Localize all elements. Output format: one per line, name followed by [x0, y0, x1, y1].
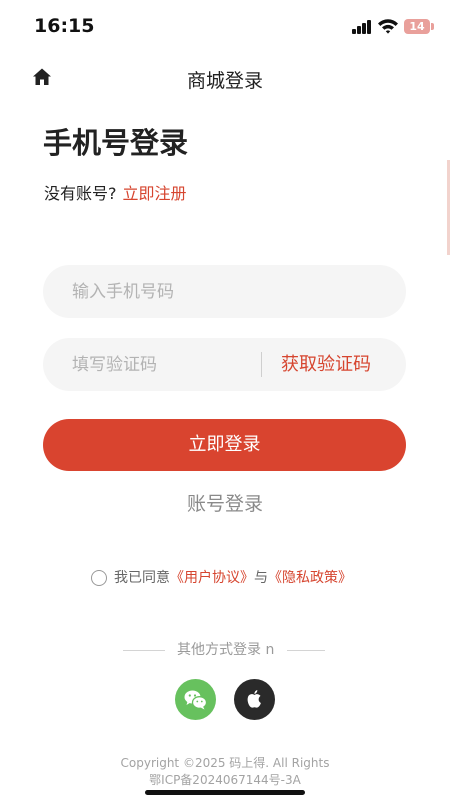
phone-field-wrapper: [43, 265, 406, 318]
other-login-label: 其他方式登录 n: [177, 640, 274, 660]
battery-tip: [431, 23, 434, 30]
agree-checkbox[interactable]: [91, 570, 107, 586]
code-field-wrapper: 获取验证码: [43, 338, 406, 391]
no-account-text: 没有账号?: [44, 184, 117, 203]
account-login-link[interactable]: 账号登录: [0, 489, 450, 516]
agree-prefix: 我已同意: [114, 570, 170, 586]
signup-prompt: 没有账号? 立即注册: [44, 180, 187, 204]
code-divider: [261, 352, 262, 377]
nav-title: 商城登录: [186, 70, 263, 92]
page-title: 手机号登录: [43, 126, 189, 160]
footer-copyright: Copyright ©2025 码上得. All Rights 鄂ICP备202…: [0, 755, 450, 789]
home-indicator: [145, 790, 305, 795]
divider-line-left: [123, 650, 165, 651]
user-agreement-link[interactable]: 《用户协议》: [170, 570, 254, 586]
apple-login-button[interactable]: [234, 679, 275, 720]
agreement-text: 我已同意《用户协议》与《隐私政策》: [114, 568, 352, 588]
wechat-login-button[interactable]: [175, 679, 216, 720]
agree-joiner: 与: [254, 570, 268, 586]
status-time: 16:15: [34, 15, 95, 37]
privacy-policy-link[interactable]: 《隐私政策》: [268, 570, 352, 586]
get-code-button[interactable]: 获取验证码: [281, 338, 371, 391]
verification-code-input[interactable]: [72, 338, 252, 391]
cellular-signal-icon: [352, 20, 372, 34]
login-button[interactable]: 立即登录: [43, 419, 406, 471]
other-login-trailing: n: [265, 642, 275, 658]
phone-input[interactable]: [72, 265, 392, 318]
apple-icon: [247, 690, 261, 708]
icp-text[interactable]: 鄂ICP备2024067144号-3A: [0, 772, 450, 789]
status-bar: 16:15 14: [0, 0, 450, 54]
wifi-icon: [378, 19, 398, 34]
other-login-text: 其他方式登录: [177, 642, 261, 658]
battery-icon: 14: [404, 19, 430, 34]
nav-bar: 商城登录: [0, 54, 450, 104]
divider-line-right: [287, 650, 325, 651]
other-login-divider: 其他方式登录 n: [123, 640, 326, 660]
wechat-icon: [184, 690, 208, 710]
battery-level: 14: [409, 20, 425, 33]
register-link[interactable]: 立即注册: [123, 184, 187, 203]
copyright-text: Copyright ©2025 码上得. All Rights: [120, 756, 330, 770]
